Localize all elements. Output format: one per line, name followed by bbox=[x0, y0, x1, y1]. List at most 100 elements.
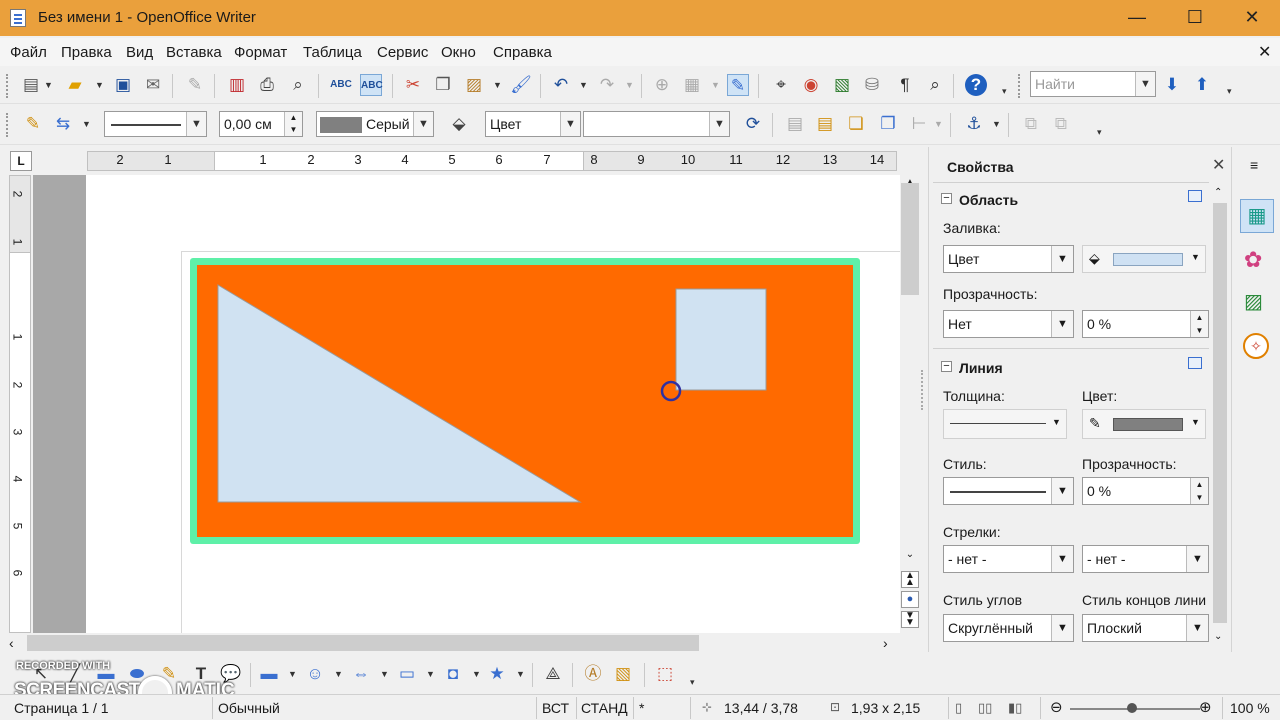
redo-dropdown-icon[interactable]: ▼ bbox=[625, 74, 634, 96]
single-page-view-icon[interactable]: ▯ bbox=[955, 700, 962, 716]
collapse-line-icon[interactable]: − bbox=[941, 361, 952, 372]
scroll-thumb[interactable] bbox=[27, 635, 699, 651]
properties-tab-icon[interactable]: ▦ bbox=[1240, 199, 1274, 233]
arrow-style-dropdown-icon[interactable]: ▼ bbox=[82, 113, 91, 135]
group-icon[interactable]: ⧉ bbox=[1020, 113, 1042, 135]
fill-type-select[interactable]: Цвет ▼ bbox=[943, 245, 1074, 273]
help-icon[interactable]: ? bbox=[965, 74, 987, 96]
sidebar-scroll-thumb[interactable] bbox=[1213, 203, 1227, 623]
sidebar-close-icon[interactable]: ✕ bbox=[1212, 155, 1225, 175]
symbol-shapes-dropdown-icon[interactable]: ▼ bbox=[334, 663, 343, 685]
vertical-scrollbar[interactable]: ▲ ⌄ ▲▲ ● ▼▼ bbox=[900, 175, 920, 633]
find-input[interactable]: Найти ▼ bbox=[1030, 71, 1156, 97]
collapse-area-icon[interactable]: − bbox=[941, 193, 952, 204]
flowchart-dropdown-icon[interactable]: ▼ bbox=[426, 663, 435, 685]
data-sources-icon[interactable]: ⛁ bbox=[861, 74, 883, 96]
line-color-dropdown-icon[interactable]: ▼ bbox=[1191, 417, 1200, 427]
area-style-select[interactable]: Цвет ▼ bbox=[485, 111, 581, 137]
styles-tab-icon[interactable]: ✿ bbox=[1244, 247, 1262, 273]
redo-icon[interactable]: ↷ bbox=[596, 74, 618, 96]
edit-file-icon[interactable]: ✎ bbox=[184, 74, 206, 96]
navigation-icon[interactable]: ● bbox=[901, 591, 919, 608]
minimize-button[interactable]: — bbox=[1114, 0, 1160, 34]
page-indicator[interactable]: Страница 1 / 1 bbox=[14, 700, 109, 716]
page-style[interactable]: Обычный bbox=[218, 700, 280, 716]
horizontal-ruler[interactable]: L 2 1 1 2 3 4 5 6 7 8 9 10 11 12 13 14 bbox=[5, 147, 900, 175]
autospellcheck-icon[interactable]: ABC bbox=[360, 74, 383, 96]
navigator-tab-icon[interactable]: ✧ bbox=[1243, 333, 1269, 359]
maximize-button[interactable]: ☐ bbox=[1172, 0, 1218, 34]
sidebar-scroll-up-icon[interactable]: ⌃ bbox=[1214, 187, 1222, 198]
arrow-end-select[interactable]: - нет - ▼ bbox=[1082, 545, 1209, 573]
email-icon[interactable]: ✉ bbox=[142, 74, 164, 96]
menu-view[interactable]: Вид bbox=[126, 44, 153, 61]
fontwork-icon[interactable]: Ⓐ bbox=[582, 663, 604, 685]
drawing-layer[interactable] bbox=[33, 175, 900, 633]
menu-file[interactable]: Файл bbox=[10, 44, 47, 61]
table-dropdown-icon[interactable]: ▼ bbox=[711, 74, 720, 96]
menu-insert[interactable]: Вставка bbox=[166, 44, 222, 61]
line-width-input[interactable]: 0,00 см ▲ ▼ bbox=[219, 111, 303, 137]
rotate-icon[interactable]: ⟳ bbox=[742, 113, 764, 135]
document-canvas[interactable] bbox=[33, 175, 900, 633]
line-color-select[interactable]: Серый ▼ bbox=[316, 111, 434, 137]
scroll-left-icon[interactable]: ‹ bbox=[9, 635, 14, 651]
open-dropdown-icon[interactable]: ▼ bbox=[95, 74, 104, 96]
insert-mode[interactable]: ВСТ bbox=[542, 700, 569, 716]
find-replace-icon[interactable]: ⌖ bbox=[770, 74, 792, 96]
stars-dropdown-icon[interactable]: ▼ bbox=[516, 663, 525, 685]
zoom-in-icon[interactable]: ⊕ bbox=[1199, 698, 1212, 716]
area-transparency-percent[interactable]: 0 % ▲ ▼ bbox=[1082, 310, 1209, 338]
area-more-options-icon[interactable] bbox=[1188, 190, 1202, 202]
new-document-icon[interactable]: ▤ bbox=[20, 74, 42, 96]
wrap-page-icon[interactable]: ▤ bbox=[814, 113, 836, 135]
menu-table[interactable]: Таблица bbox=[303, 44, 362, 61]
square-shape[interactable] bbox=[675, 288, 767, 391]
area-transparency-select[interactable]: Нет ▼ bbox=[943, 310, 1074, 338]
sidebar-menu-icon[interactable]: ≡ bbox=[1250, 157, 1258, 173]
sidebar-scrollbar[interactable]: ⌃ ⌄ bbox=[1211, 187, 1229, 647]
line-width-dropdown-icon[interactable]: ▼ bbox=[1052, 417, 1061, 427]
close-button[interactable]: ✕ bbox=[1229, 0, 1275, 34]
cap-style-select[interactable]: Плоский ▼ bbox=[1082, 614, 1209, 642]
sidebar-splitter[interactable] bbox=[921, 370, 927, 410]
horizontal-scrollbar[interactable]: ‹ › bbox=[5, 633, 900, 653]
stars-icon[interactable]: ★ bbox=[486, 663, 508, 685]
formatting-marks-icon[interactable]: ¶ bbox=[894, 74, 916, 96]
bring-to-front-icon[interactable]: ❏ bbox=[845, 113, 867, 135]
zoom-level[interactable]: 100 % bbox=[1230, 700, 1270, 716]
print-icon[interactable]: ⎙ bbox=[256, 74, 278, 96]
anchor-dropdown-icon[interactable]: ▼ bbox=[992, 113, 1001, 135]
print-preview-icon[interactable]: ⌕ bbox=[287, 74, 309, 96]
copy-icon[interactable]: ❐ bbox=[432, 74, 454, 96]
show-draw-functions-icon[interactable]: ✎ bbox=[727, 74, 749, 96]
scroll-thumb[interactable] bbox=[901, 183, 919, 295]
cut-icon[interactable]: ✂ bbox=[402, 74, 424, 96]
book-view-icon[interactable]: ▮▯ bbox=[1008, 700, 1022, 716]
undo-dropdown-icon[interactable]: ▼ bbox=[579, 74, 588, 96]
line-width-picker[interactable]: ▼ bbox=[943, 409, 1067, 439]
find-previous-icon[interactable]: ⬆ bbox=[1191, 74, 1213, 96]
arrow-start-select[interactable]: - нет - ▼ bbox=[943, 545, 1074, 573]
send-to-back-icon[interactable]: ❐ bbox=[877, 113, 899, 135]
wrap-off-icon[interactable]: ▤ bbox=[784, 113, 806, 135]
symbol-shapes-icon[interactable]: ☺ bbox=[304, 663, 326, 685]
gallery-tab-icon[interactable]: ▨ bbox=[1244, 289, 1263, 314]
navigator-icon[interactable]: ◉ bbox=[800, 74, 822, 96]
line-more-options-icon[interactable] bbox=[1188, 357, 1202, 369]
multi-page-view-icon[interactable]: ▯▯ bbox=[978, 700, 992, 716]
area-fill-select[interactable]: ▼ bbox=[583, 111, 730, 137]
next-page-icon[interactable]: ▼ ▼ bbox=[901, 611, 919, 628]
ungroup-icon[interactable]: ⧉ bbox=[1050, 113, 1072, 135]
menu-tools[interactable]: Сервис bbox=[377, 44, 428, 61]
line-section-header[interactable]: Линия bbox=[959, 360, 1003, 376]
close-document-button[interactable]: ✕ bbox=[1258, 42, 1271, 62]
new-dropdown-icon[interactable]: ▼ bbox=[44, 74, 53, 96]
export-pdf-icon[interactable]: ▥ bbox=[226, 74, 248, 96]
callouts-icon[interactable]: ◘ bbox=[442, 663, 464, 685]
basic-shapes-icon[interactable]: ▬ bbox=[258, 663, 280, 685]
scroll-down-icon[interactable]: ⌄ bbox=[902, 549, 918, 565]
area-fill-icon[interactable]: ⬙ bbox=[448, 113, 470, 135]
block-arrows-icon[interactable]: ⇔ bbox=[350, 663, 372, 685]
block-arrows-dropdown-icon[interactable]: ▼ bbox=[380, 663, 389, 685]
